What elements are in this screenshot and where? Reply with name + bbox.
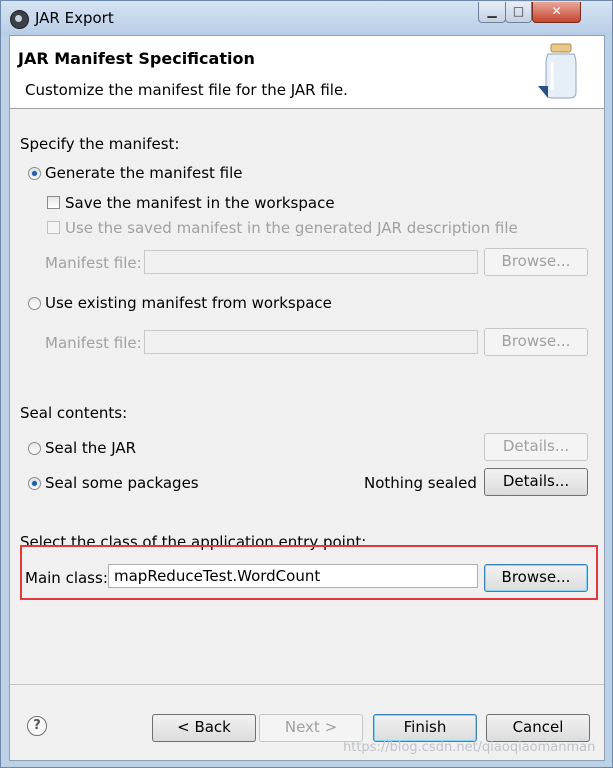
button-bar-separator [10, 684, 604, 685]
next-button[interactable]: Next > [259, 714, 363, 742]
generate-manifest-label[interactable]: Generate the manifest file [45, 164, 243, 182]
minimize-button[interactable]: ▁ [478, 2, 506, 23]
seal-jar-radio[interactable] [28, 442, 41, 455]
manifest-file-input[interactable] [144, 250, 478, 274]
seal-contents-label: Seal contents: [20, 404, 128, 422]
manifest-file-label: Manifest file: [45, 254, 142, 272]
dialog-content: JAR Manifest Specification Customize the… [9, 35, 605, 761]
save-manifest-checkbox[interactable] [47, 196, 60, 209]
eclipse-app-icon [10, 10, 29, 29]
seal-packages-radio[interactable] [28, 477, 41, 490]
use-saved-manifest-label: Use the saved manifest in the generated … [65, 219, 518, 237]
window-title: JAR Export [35, 9, 114, 27]
use-existing-manifest-radio[interactable] [28, 297, 41, 310]
existing-manifest-browse-button[interactable]: Browse... [484, 328, 588, 356]
existing-manifest-file-input[interactable] [144, 330, 478, 354]
watermark-text: https://blog.csdn.net/qiaoqiaomanman [343, 740, 596, 755]
seal-status-text: Nothing sealed [364, 474, 477, 492]
close-button[interactable]: ✕ [532, 2, 581, 23]
main-class-browse-button[interactable]: Browse... [484, 564, 588, 592]
main-class-label: Main class: [25, 569, 108, 587]
page-description: Customize the manifest file for the JAR … [25, 81, 348, 99]
jar-icon [538, 43, 577, 99]
wizard-banner: JAR Manifest Specification Customize the… [10, 36, 604, 109]
help-icon[interactable]: ? [27, 716, 47, 736]
finish-button[interactable]: Finish [373, 714, 477, 742]
seal-jar-details-button[interactable]: Details... [484, 433, 588, 461]
generate-manifest-radio[interactable] [28, 167, 41, 180]
jar-export-window: JAR Export ▁ □ ✕ JAR Manifest Specificat… [0, 0, 613, 768]
manifest-browse-button[interactable]: Browse... [484, 248, 588, 276]
use-existing-manifest-label[interactable]: Use existing manifest from workspace [45, 294, 332, 312]
specify-manifest-label: Specify the manifest: [20, 135, 180, 153]
title-bar: JAR Export ▁ □ ✕ [1, 1, 612, 35]
back-button[interactable]: < Back [152, 714, 256, 742]
maximize-button[interactable]: □ [505, 2, 532, 23]
seal-jar-label[interactable]: Seal the JAR [45, 439, 136, 457]
seal-packages-label[interactable]: Seal some packages [45, 474, 199, 492]
seal-packages-details-button[interactable]: Details... [484, 468, 588, 496]
existing-manifest-file-label: Manifest file: [45, 334, 142, 352]
use-saved-manifest-checkbox[interactable] [47, 221, 60, 234]
main-class-input[interactable]: mapReduceTest.WordCount [108, 564, 478, 588]
cancel-button[interactable]: Cancel [486, 714, 590, 742]
save-manifest-label[interactable]: Save the manifest in the workspace [65, 194, 335, 212]
page-title: JAR Manifest Specification [18, 49, 255, 68]
